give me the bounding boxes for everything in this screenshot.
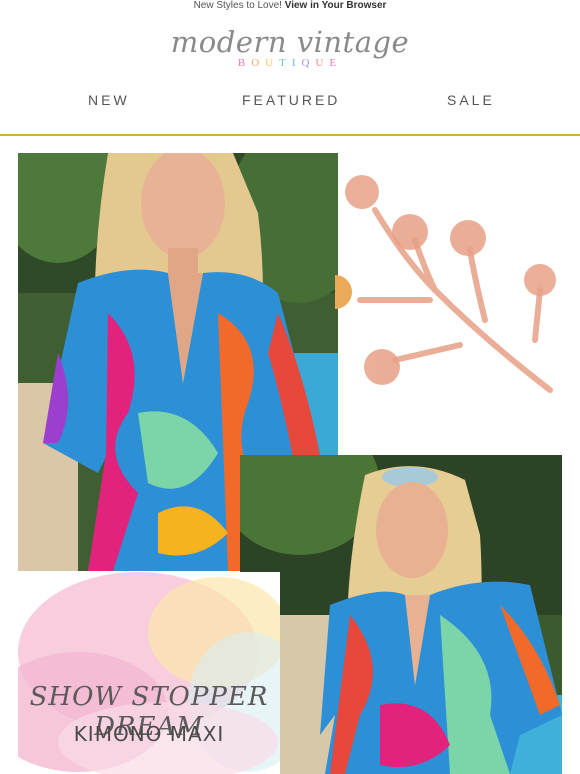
logo-letter: U <box>315 57 330 69</box>
logo-script-text: modern vintage <box>170 25 410 59</box>
nav-item-sale[interactable]: SALE <box>447 92 495 108</box>
preheader-text: New Styles to Love! <box>193 0 285 11</box>
logo-letter: U <box>265 57 280 69</box>
header-divider <box>0 134 580 136</box>
brand-logo[interactable]: modern vintage BOUTIQUE <box>0 26 580 69</box>
logo-boutique-text: BOUTIQUE <box>0 57 580 69</box>
logo-letter: I <box>291 57 302 69</box>
main-nav: NEW FEATURED SALE <box>0 92 580 112</box>
model-photo-secondary-image <box>240 455 562 774</box>
floral-illustration <box>335 175 556 393</box>
banner-subtitle: KIMONO MAXI <box>73 722 225 746</box>
preheader: New Styles to Love! View in Your Browser <box>0 0 580 14</box>
model-photo-secondary[interactable] <box>240 455 562 774</box>
nav-item-featured[interactable]: FEATURED <box>242 92 340 108</box>
nav-item-new[interactable]: NEW <box>88 92 130 108</box>
view-in-browser-link[interactable]: View in Your Browser <box>285 0 387 11</box>
logo-letter: T <box>279 57 292 69</box>
logo-letter: Q <box>301 57 316 69</box>
logo-letter: E <box>329 57 343 69</box>
logo-letter: B <box>237 57 252 69</box>
logo-letter: O <box>251 57 266 69</box>
product-banner[interactable]: SHOW STOPPER DREAM KIMONO MAXI <box>18 572 280 774</box>
